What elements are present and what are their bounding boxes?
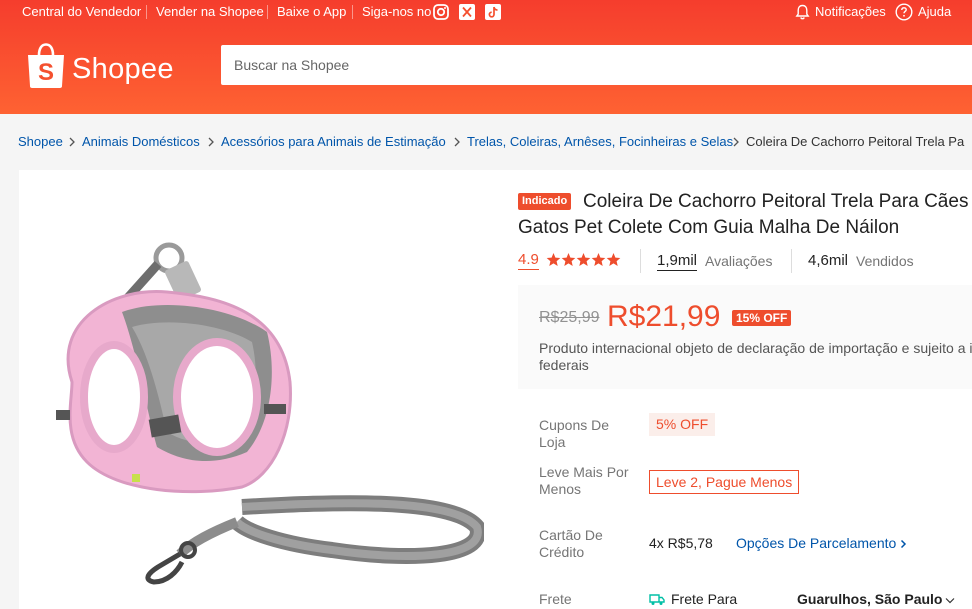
search-input[interactable] [221,45,972,85]
current-price: R$21,99 [607,300,721,333]
shipping-destination[interactable]: Guarulhos, São Paulo [797,591,955,607]
chevron-right-icon [208,137,214,147]
original-price: R$25,99 [539,309,600,326]
store-coupons-label: Cupons De Loja [539,417,610,450]
installments-value: 4x R$5,78 [649,535,713,551]
import-notice: Produto internacional objeto de declaraç… [539,340,972,373]
chevron-right-icon [69,137,75,147]
seller-center-link[interactable]: Central do Vendedor [22,4,141,19]
chevron-right-icon [454,137,460,147]
rating-value[interactable]: 4.9 [518,251,539,270]
shipping-label: Frete [539,591,572,607]
divider [352,5,353,19]
brand-name: Shopee [72,53,174,85]
reviews-label: Avaliações [705,253,773,269]
breadcrumb-shopee[interactable]: Shopee [18,134,63,149]
shopee-logo[interactable]: S Shopee [26,43,186,89]
shipping-to-label: Frete Para [671,591,738,607]
follow-us-label: Siga-nos no [362,4,432,19]
product-title: Coleira De Cachorro Peitoral Trela Para … [518,191,969,238]
breadcrumb-animals[interactable]: Animais Domésticos [82,134,200,149]
discount-badge: 15% OFF [732,310,792,326]
installment-options-label: Opções De Parcelamento [736,535,897,551]
divider [640,249,641,273]
help-link[interactable]: Ajuda [918,4,951,19]
free-shipping-truck-icon [649,594,665,605]
divider [791,249,792,273]
divider [267,5,268,19]
site-header: Central do Vendedor Vender na Shopee Bai… [0,0,972,114]
reviews-count[interactable]: 1,9mil [657,252,698,271]
installment-options-link[interactable]: Opções De Parcelamento [736,535,907,551]
rating-stars-icon [546,253,621,266]
tiktok-icon[interactable] [485,4,501,20]
chevron-right-icon [733,137,739,147]
instagram-icon[interactable] [433,4,449,20]
bell-icon[interactable] [795,4,810,20]
breadcrumb-current: Coleira De Cachorro Peitoral Trela Pa [746,134,965,149]
top-navbar: Central do Vendedor Vender na Shopee Bai… [0,0,972,24]
chevron-right-icon [901,540,907,549]
divider [146,5,147,19]
store-coupon[interactable]: 5% OFF [649,413,716,436]
product-image[interactable] [32,232,484,592]
x-twitter-icon[interactable] [459,4,475,20]
bundle-deal-label: Leve Mais Por Menos [539,464,629,497]
chevron-down-icon [946,597,955,604]
shopping-bag-icon: S [28,43,64,88]
notifications-link[interactable]: Notificações [815,4,886,19]
sold-count: 4,6mil [808,252,849,269]
shipping-city: Guarulhos, São Paulo [797,591,943,607]
breadcrumb-leashes[interactable]: Trelas, Coleiras, Arnêses, Focinheiras e… [467,134,733,149]
search-bar[interactable] [221,45,972,85]
svg-text:S: S [38,59,54,86]
help-icon[interactable] [895,3,913,21]
breadcrumb-accessories[interactable]: Acessórios para Animais de Estimação [221,134,446,149]
sold-label: Vendidos [856,253,914,269]
sell-on-shopee-link[interactable]: Vender na Shopee [156,4,264,19]
credit-card-label: Cartão De Crédito [539,527,603,560]
download-app-link[interactable]: Baixe o App [277,4,346,19]
bundle-deal[interactable]: Leve 2, Pague Menos [649,470,800,494]
